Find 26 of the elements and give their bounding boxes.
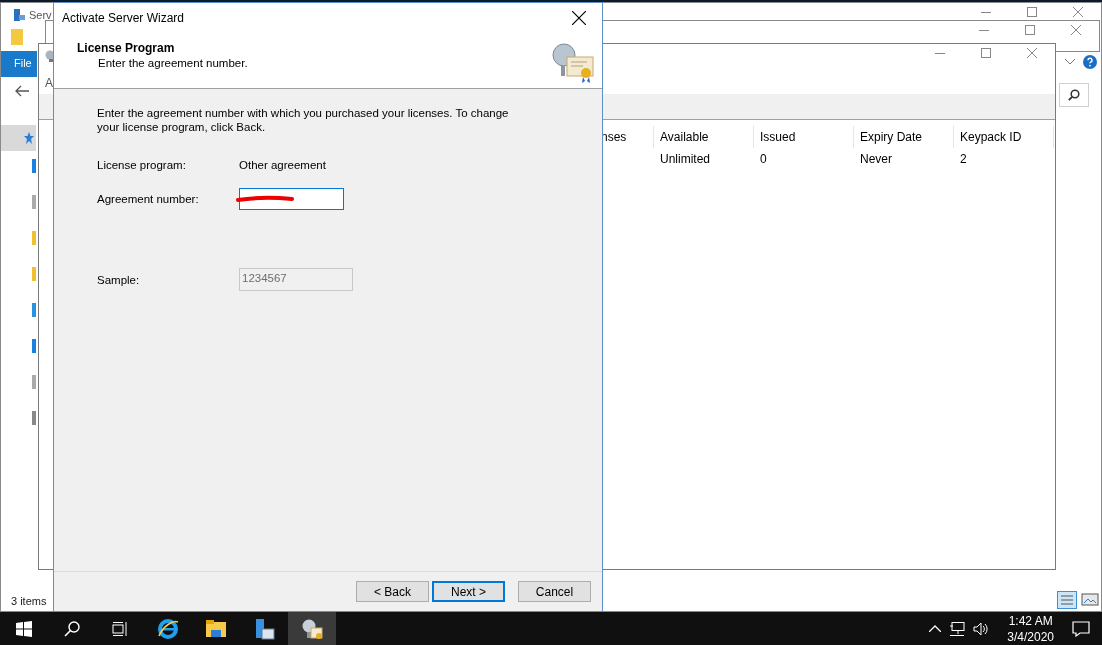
window-title: Activate Server Wizard bbox=[62, 11, 185, 25]
column-header[interactable]: Available bbox=[654, 126, 754, 148]
menu-item[interactable]: A bbox=[45, 76, 53, 90]
instruction-text: Enter the agreement number with which you purchased your licenses. To change your license program, click Back. bbox=[97, 106, 510, 134]
table-cell-text: 2 bbox=[959, 151, 968, 168]
field-value: Other agreement bbox=[239, 158, 327, 173]
page-heading: License Program bbox=[77, 41, 176, 55]
status-text: 3 items bbox=[11, 595, 47, 607]
sample-field: 1234567 bbox=[239, 268, 353, 291]
field-label: Agreement number: bbox=[97, 192, 200, 207]
clock-date[interactable]: 3/4/2020 bbox=[1007, 628, 1054, 645]
dialog-button[interactable]: Cancel bbox=[518, 581, 591, 602]
field-label: License program: bbox=[97, 158, 187, 173]
table-cell-text: Never bbox=[859, 151, 893, 168]
dialog-button[interactable]: Next > bbox=[432, 581, 505, 602]
ribbon-tab[interactable]: File bbox=[1, 51, 37, 77]
window-title: Serv bbox=[29, 9, 52, 21]
page-subheading: Enter the agreement number. bbox=[97, 57, 248, 69]
table-cell-text: 0 bbox=[759, 151, 768, 168]
column-header[interactable]: Issued bbox=[754, 126, 854, 148]
column-header[interactable]: Expiry Date bbox=[854, 126, 954, 148]
column-header[interactable]: Keypack ID bbox=[954, 126, 1054, 148]
table-cell-text: Unlimited bbox=[659, 151, 711, 168]
field-label: Sample: bbox=[97, 272, 141, 288]
dialog-button[interactable]: < Back bbox=[356, 581, 429, 602]
clock-time[interactable]: 1:42 AM bbox=[1008, 612, 1053, 629]
